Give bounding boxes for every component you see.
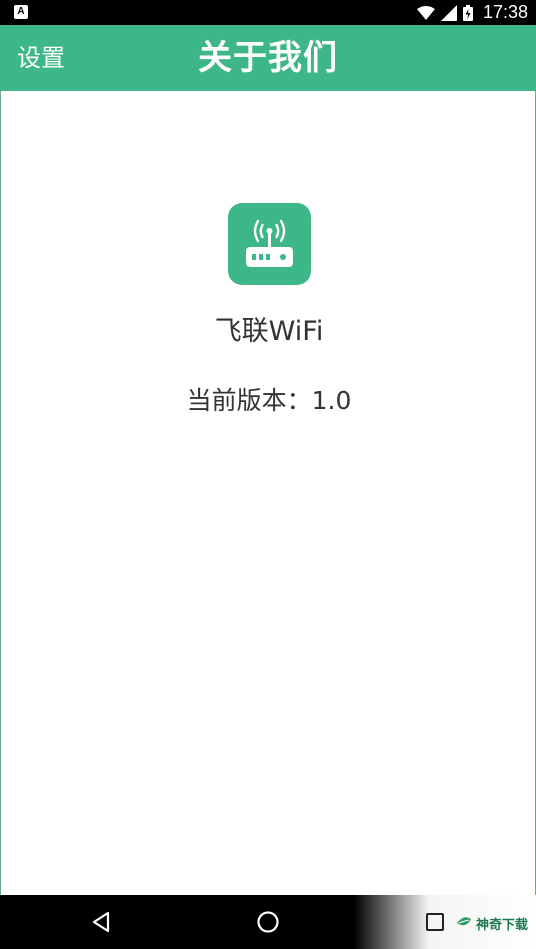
app-name: 飞联WiFi <box>214 316 324 347</box>
status-bar: A 17:38 <box>0 0 536 25</box>
leaf-logo-icon <box>456 917 471 926</box>
app-bar: 设置 关于我们 <box>0 25 536 91</box>
nav-back-button[interactable] <box>86 895 116 949</box>
recent-square-icon <box>426 913 444 931</box>
signal-icon <box>440 4 457 21</box>
page-title: 关于我们 <box>198 38 338 78</box>
status-time: 17:38 <box>482 2 528 22</box>
watermark-text: 神奇下载 <box>475 917 528 933</box>
settings-back-button[interactable]: 设置 <box>17 25 65 91</box>
app-version: 当前版本：1.0 <box>186 386 352 415</box>
battery-icon <box>462 4 473 21</box>
back-triangle-icon <box>92 911 110 933</box>
router-icon <box>246 219 293 267</box>
watermark: 神奇下载 <box>456 912 528 934</box>
nav-recent-button[interactable] <box>424 895 446 949</box>
notification-icon: A <box>14 5 28 19</box>
status-icons: 17:38 <box>416 0 528 25</box>
about-content: 飞联WiFi 当前版本：1.0 <box>0 91 536 895</box>
app-logo <box>228 203 311 285</box>
nav-home-button[interactable] <box>254 895 282 949</box>
home-circle-icon <box>257 911 279 933</box>
wifi-icon <box>416 5 435 20</box>
navigation-bar: 神奇下载 <box>0 895 536 949</box>
